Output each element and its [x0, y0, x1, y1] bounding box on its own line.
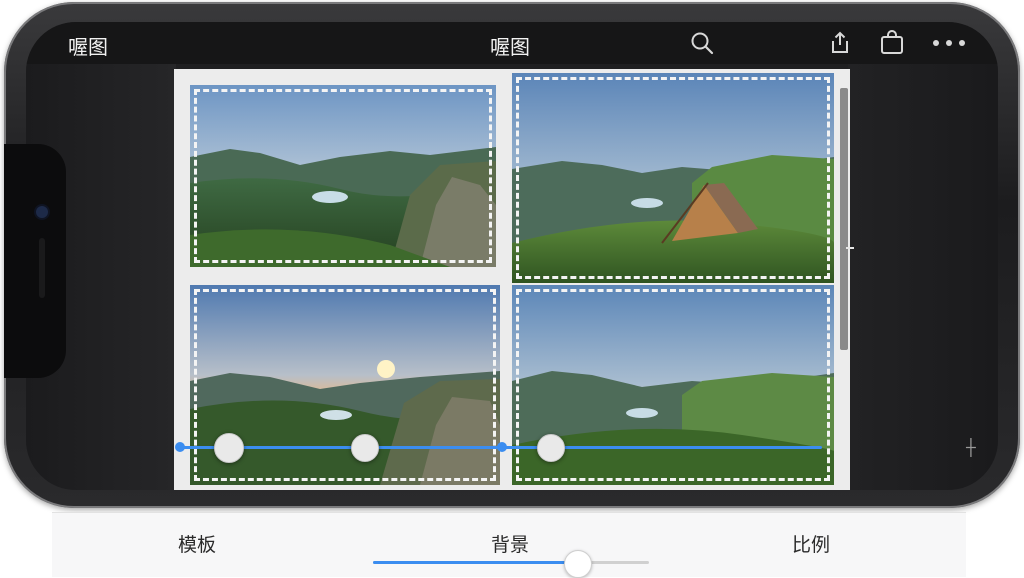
slider-knob[interactable] [214, 433, 244, 463]
search-icon[interactable] [690, 31, 714, 55]
bag-icon[interactable] [879, 30, 905, 56]
collage-cell-top-left[interactable] [190, 85, 496, 267]
landscape-photo [190, 85, 496, 267]
background-slider-fill [373, 561, 577, 564]
screen-right-margin [848, 64, 998, 490]
slider-endpoint-dot [175, 442, 185, 452]
crosshair-icon: ┼ [966, 438, 976, 457]
front-camera-icon [36, 206, 48, 218]
app-name: 喔图 [68, 35, 108, 59]
camera-notch [4, 144, 66, 378]
scrollbar-tick [846, 247, 854, 249]
more-icon[interactable] [932, 39, 966, 47]
slider-knob[interactable] [351, 434, 379, 462]
tab-ratio[interactable]: 比例 [792, 530, 830, 557]
tab-template[interactable]: 模板 [178, 530, 216, 557]
collage-canvas[interactable] [174, 69, 850, 490]
tab-background[interactable]: 背景 [491, 530, 529, 557]
share-icon[interactable] [827, 30, 853, 56]
collage-cell-top-right[interactable] [512, 73, 834, 283]
background-slider-knob[interactable] [564, 550, 592, 578]
canvas-scrollbar[interactable] [840, 88, 848, 350]
landscape-photo [512, 73, 834, 283]
earpiece-speaker [39, 238, 45, 298]
slider-knob[interactable] [537, 434, 565, 462]
page-title: 喔图 [490, 35, 530, 59]
